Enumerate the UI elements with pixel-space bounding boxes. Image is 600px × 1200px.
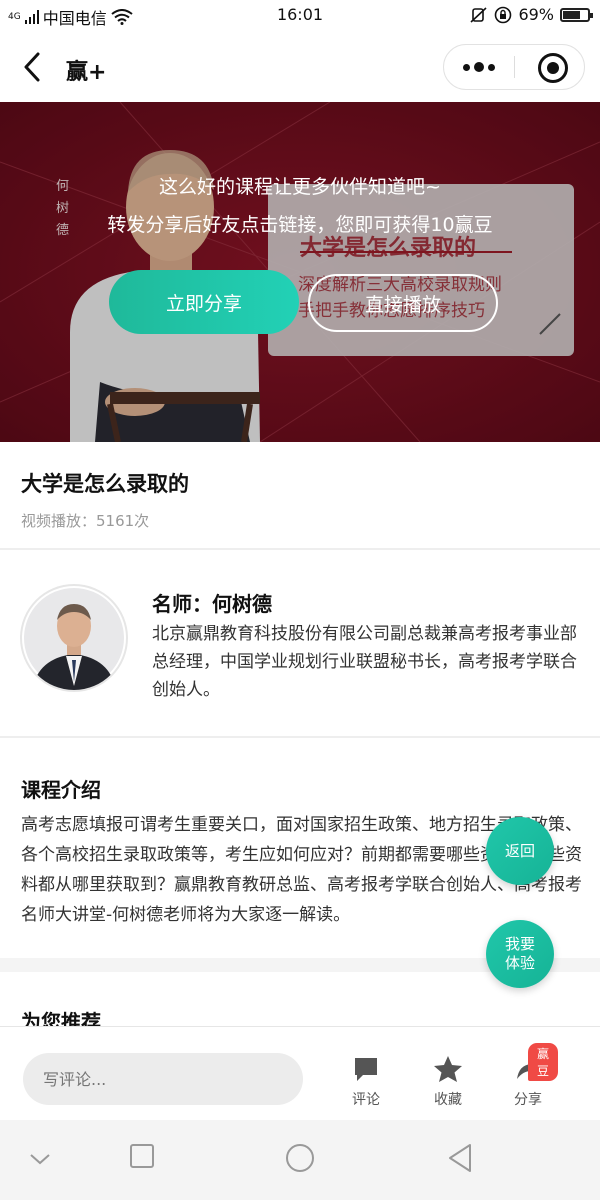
- course-header: 大学是怎么录取的 视频播放：5161次: [0, 442, 600, 550]
- page-title: 赢+: [66, 60, 107, 85]
- back-float-button[interactable]: 返回: [486, 817, 554, 885]
- favorite-button[interactable]: 收藏: [418, 1055, 478, 1109]
- banner-overlay: [0, 102, 600, 442]
- star-icon: [434, 1056, 462, 1082]
- banner-text-line-1: 这么好的课程让更多伙伴知道吧~: [159, 176, 441, 198]
- direct-play-button[interactable]: 直接播放: [308, 274, 498, 332]
- comment-button[interactable]: 评论: [336, 1055, 396, 1109]
- rotation-lock-icon: [495, 6, 512, 23]
- play-count: 视频播放：5161次: [21, 512, 150, 530]
- try-button-line-2: 体验: [504, 954, 535, 972]
- teacher-bio: 北京赢鼎教育科技股份有限公司副总裁兼高考报考事业部总经理，中国学业规划行业联盟秘…: [152, 624, 577, 700]
- battery-icon: [560, 7, 593, 22]
- teacher-card: 名师：何树德 北京赢鼎教育科技股份有限公司副总裁兼高考报考事业部总经理，中国学业…: [0, 552, 600, 738]
- bean-badge: 赢豆: [528, 1043, 558, 1081]
- status-right: 69%: [470, 5, 593, 24]
- system-back-icon[interactable]: [446, 1142, 474, 1174]
- try-float-button[interactable]: 我要 体验: [486, 920, 554, 988]
- back-icon[interactable]: [18, 50, 48, 84]
- recommend-title: 为您推荐: [21, 1010, 101, 1026]
- battery-fill: [563, 10, 580, 19]
- teacher-portrait: [24, 588, 124, 690]
- nav-bar: 赢+: [0, 32, 600, 102]
- comment-input[interactable]: [23, 1053, 303, 1105]
- course-banner[interactable]: 何 树 德 大学是怎么录取的 深度解析三大高校录取规则 手把手教你志愿排序技巧 …: [0, 102, 600, 442]
- comment-bar: 评论 收藏 赢豆 分享: [0, 1026, 600, 1120]
- share-label: 分享: [514, 1092, 542, 1108]
- system-navigation-bar: [0, 1120, 600, 1200]
- teacher-name: 名师：何树德: [152, 592, 272, 616]
- mini-program-capsule: [443, 44, 585, 90]
- try-button-line-1: 我要: [504, 935, 535, 953]
- share-button[interactable]: 赢豆 分享: [498, 1043, 558, 1109]
- comment-label: 评论: [352, 1092, 380, 1108]
- course-title: 大学是怎么录取的: [21, 472, 189, 496]
- favorite-label: 收藏: [434, 1092, 462, 1108]
- share-now-button[interactable]: 立即分享: [109, 270, 299, 334]
- recent-apps-icon[interactable]: [128, 1142, 156, 1170]
- comment-icon: [355, 1058, 377, 1081]
- intro-title: 课程介绍: [21, 778, 101, 802]
- home-icon[interactable]: [284, 1142, 316, 1174]
- avatar: [22, 586, 126, 690]
- banner-text-line-2: 转发分享后好友点击链接，您即可获得10赢豆: [107, 214, 493, 236]
- capsule-divider: [514, 56, 515, 78]
- battery-percent: 69%: [518, 5, 554, 24]
- mute-icon: [470, 6, 487, 23]
- status-bar: 4G 中国电信 16:01 69%: [0, 0, 600, 32]
- chevron-down-icon[interactable]: [28, 1150, 52, 1168]
- close-icon[interactable]: [538, 53, 568, 83]
- more-icon[interactable]: [444, 45, 514, 89]
